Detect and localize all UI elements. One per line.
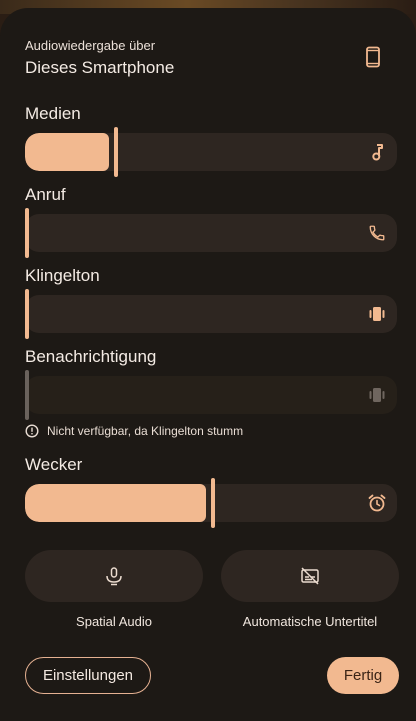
phone-icon [367,223,387,243]
settings-button[interactable]: Einstellungen [25,657,151,694]
smartphone-icon [366,46,380,68]
output-caption: Audiowiedergabe über [25,38,156,53]
call-volume-label: Anruf [25,185,66,204]
ring-volume-thumb[interactable] [25,289,29,339]
live-caption-label: Automatische Untertitel [242,614,378,629]
captions-off-icon [301,567,319,585]
unavailable-notice: Nicht verfügbar, da Klingelton stumm [25,424,243,438]
ring-volume-label: Klingelton [25,266,100,285]
output-device-name: Dieses Smartphone [25,58,175,77]
spatial-audio-button[interactable] [25,550,203,602]
alarm-volume-label: Wecker [25,455,83,474]
media-volume-label: Medien [25,104,81,123]
vibrate-icon [367,304,387,324]
media-volume-fill [25,133,109,171]
notification-volume-label: Benachrichtigung [25,347,157,366]
done-button[interactable]: Fertig [327,657,399,694]
vibrate-icon [367,385,387,405]
spatial-audio-label: Spatial Audio [76,614,152,629]
alarm-volume-fill [25,484,206,522]
alarm-volume-thumb[interactable] [211,478,215,528]
alarm-icon [367,493,387,513]
music-note-icon [367,142,387,162]
notification-volume-thumb [25,370,29,420]
live-caption-button[interactable] [221,550,399,602]
ring-volume-slider[interactable] [25,295,397,333]
media-volume-thumb[interactable] [114,127,118,177]
output-device-button[interactable] [356,40,390,74]
media-volume-slider[interactable] [25,133,397,171]
call-volume-slider[interactable] [25,214,397,252]
spatial-audio-icon [106,567,122,586]
notification-volume-slider [25,376,397,414]
call-volume-thumb[interactable] [25,208,29,258]
unavailable-notice-text: Nicht verfügbar, da Klingelton stumm [47,424,244,438]
info-icon [25,424,39,438]
